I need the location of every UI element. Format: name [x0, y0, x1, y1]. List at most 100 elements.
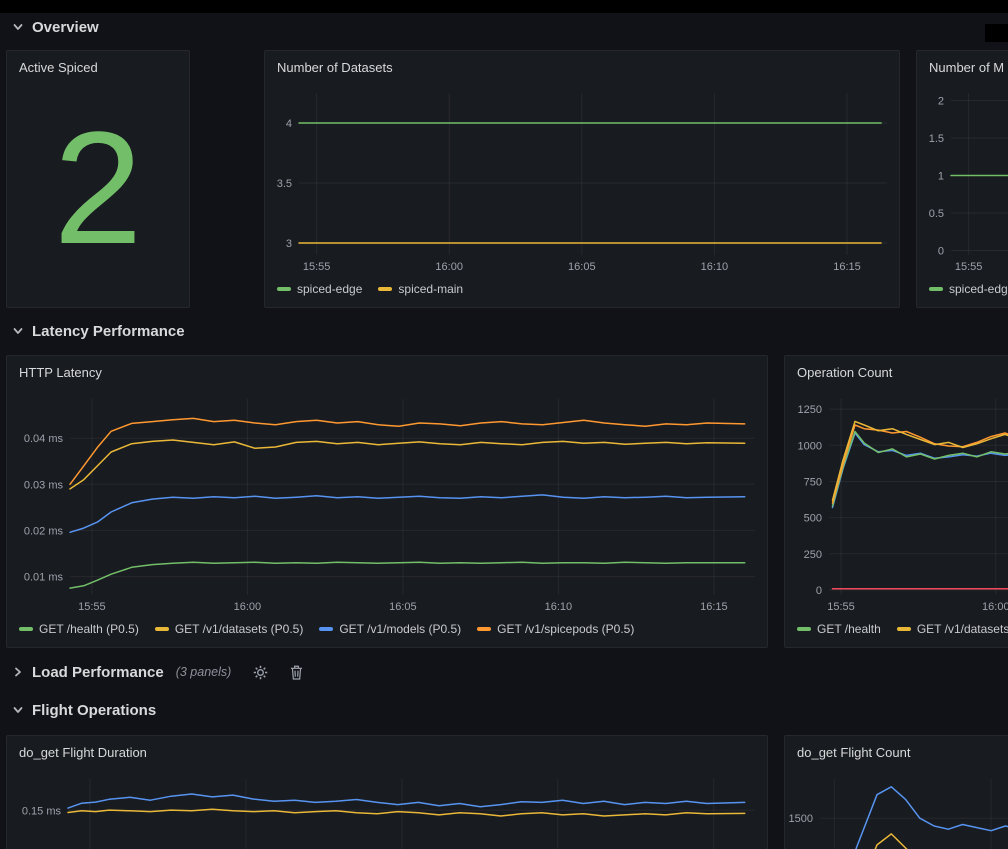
series-yellow	[70, 440, 745, 489]
y-tick-label: 4	[286, 118, 292, 130]
legend-item[interactable]: GET /v1/datasets (P0.5)	[155, 622, 304, 636]
flight-count-chart[interactable]: 1500	[785, 764, 1008, 849]
y-tick-label: 0	[938, 246, 944, 258]
y-tick-label: 250	[804, 549, 822, 561]
y-tick-label: 3.5	[277, 178, 292, 190]
panel-flight-duration: do_get Flight Duration 0.15 ms	[6, 735, 768, 849]
top-bar	[0, 0, 1008, 13]
panel-number-of-models: Number of M 00.511.5215:55 spiced-edg	[916, 50, 1008, 308]
models-chart[interactable]: 00.511.5215:55	[917, 79, 1008, 277]
x-tick-label: 16:05	[389, 601, 417, 613]
legend-item[interactable]: GET /v1/models (P0.5)	[319, 622, 461, 636]
panel-number-of-datasets: Number of Datasets 3 3.5 4 15:55 16:00 16:05 1…	[264, 50, 900, 308]
x-tick-label: 16:05	[568, 261, 596, 273]
legend-item[interactable]: spiced-edge	[277, 282, 362, 296]
section-header-latency[interactable]: Latency Performance	[12, 320, 185, 342]
y-tick-label: 1250	[798, 404, 822, 416]
legend-label: GET /v1/spicepods (P0.5)	[497, 622, 634, 636]
legend-item[interactable]: spiced-main	[378, 282, 463, 296]
y-tick-label: 1.5	[929, 133, 944, 145]
grafana-dashboard: Overview Active Spiced 2 Number of Datas…	[0, 0, 1008, 849]
y-tick-label: 0.04 ms	[24, 433, 64, 445]
chevron-right-icon	[12, 666, 24, 678]
panel-title[interactable]: Number of M	[917, 51, 1008, 79]
models-legend: spiced-edg	[917, 277, 1008, 307]
series-green	[70, 562, 745, 588]
legend-item[interactable]: GET /v1/datasets	[897, 622, 1008, 636]
series-yellow	[833, 421, 1008, 500]
y-tick-label: 0.03 ms	[24, 479, 64, 491]
section-title: Overview	[32, 19, 99, 36]
x-tick-label: 15:55	[78, 601, 106, 613]
legend-label: spiced-edg	[949, 282, 1008, 296]
gear-icon[interactable]	[253, 665, 268, 680]
panel-title[interactable]: Operation Count	[785, 356, 1008, 384]
panel-title[interactable]: Active Spiced	[7, 51, 189, 79]
panel-operation-count: Operation Count 02505007501000125015:551…	[784, 355, 1008, 648]
legend-marker	[19, 627, 33, 631]
panel-title[interactable]: Number of Datasets	[265, 51, 899, 79]
x-tick-label: 16:10	[545, 601, 573, 613]
stat-value: 2	[7, 79, 189, 307]
chart-svg: 3 3.5 4 15:55 16:00 16:05 16:10 16:15	[265, 79, 899, 277]
legend-label: GET /health	[817, 622, 881, 636]
x-tick-label: 16:00	[234, 601, 262, 613]
series-blue	[70, 495, 745, 532]
y-tick-label: 2	[938, 96, 944, 108]
http-latency-legend: GET /health (P0.5) GET /v1/datasets (P0.5…	[7, 617, 767, 647]
y-tick-label: 500	[804, 513, 822, 525]
section-title: Latency Performance	[32, 323, 185, 340]
section-title: Flight Operations	[32, 702, 156, 719]
x-tick-label: 16:00	[435, 261, 463, 273]
legend-marker	[155, 627, 169, 631]
panel-title[interactable]: do_get Flight Count	[785, 736, 1008, 764]
panel-title[interactable]: HTTP Latency	[7, 356, 767, 384]
operation-count-chart[interactable]: 02505007501000125015:5516:00	[785, 384, 1008, 617]
trash-icon[interactable]	[290, 665, 303, 680]
chart-svg: 0.01 ms0.02 ms0.03 ms0.04 ms15:5516:0016…	[7, 384, 767, 617]
y-tick-label: 3	[286, 238, 292, 250]
legend-label: spiced-edge	[297, 282, 362, 296]
legend-marker	[797, 627, 811, 631]
legend-label: spiced-main	[398, 282, 463, 296]
panel-active-spiced: Active Spiced 2	[6, 50, 190, 308]
y-tick-label: 1000	[798, 440, 822, 452]
chart-svg: 1500	[785, 764, 1008, 849]
panel-title[interactable]: do_get Flight Duration	[7, 736, 767, 764]
y-tick-label: 0.02 ms	[24, 525, 64, 537]
legend-item[interactable]: GET /health	[797, 622, 881, 636]
legend-label: GET /v1/datasets	[917, 622, 1008, 636]
x-tick-label: 15:55	[303, 261, 331, 273]
section-header-overview[interactable]: Overview	[12, 16, 99, 38]
operation-count-legend: GET /health GET /v1/datasets	[785, 617, 1008, 647]
datasets-chart[interactable]: 3 3.5 4 15:55 16:00 16:05 16:10 16:15	[265, 79, 899, 277]
legend-item[interactable]: GET /v1/spicepods (P0.5)	[477, 622, 634, 636]
legend-marker	[277, 287, 291, 291]
http-latency-chart[interactable]: 0.01 ms0.02 ms0.03 ms0.04 ms15:5516:0016…	[7, 384, 767, 617]
panels-count-note: (3 panels)	[176, 665, 232, 679]
section-header-flight[interactable]: Flight Operations	[12, 699, 156, 721]
legend-label: GET /v1/models (P0.5)	[339, 622, 461, 636]
section-title: Load Performance	[32, 664, 164, 681]
chevron-down-icon	[12, 21, 24, 33]
series-blue	[833, 433, 1008, 508]
legend-item[interactable]: GET /health (P0.5)	[19, 622, 139, 636]
legend-item[interactable]: spiced-edg	[929, 282, 1008, 296]
x-tick-label: 16:15	[833, 261, 861, 273]
legend-marker	[319, 627, 333, 631]
legend-marker	[929, 287, 943, 291]
y-tick-label: 0.15 ms	[22, 805, 62, 817]
chart-svg: 00.511.5215:55	[917, 79, 1008, 277]
x-tick-label: 16:10	[701, 261, 729, 273]
flight-duration-chart[interactable]: 0.15 ms	[7, 764, 767, 849]
legend-marker	[477, 627, 491, 631]
legend-marker	[897, 627, 911, 631]
series-orange	[70, 418, 745, 484]
panel-flight-count: do_get Flight Count 1500	[784, 735, 1008, 849]
legend-marker	[378, 287, 392, 291]
y-tick-label: 750	[804, 477, 822, 489]
viewport-artifact	[985, 24, 1008, 42]
section-header-load[interactable]: Load Performance (3 panels)	[12, 661, 303, 683]
panel-http-latency: HTTP Latency 0.01 ms0.02 ms0.03 ms0.04 m…	[6, 355, 768, 648]
chevron-down-icon	[12, 325, 24, 337]
